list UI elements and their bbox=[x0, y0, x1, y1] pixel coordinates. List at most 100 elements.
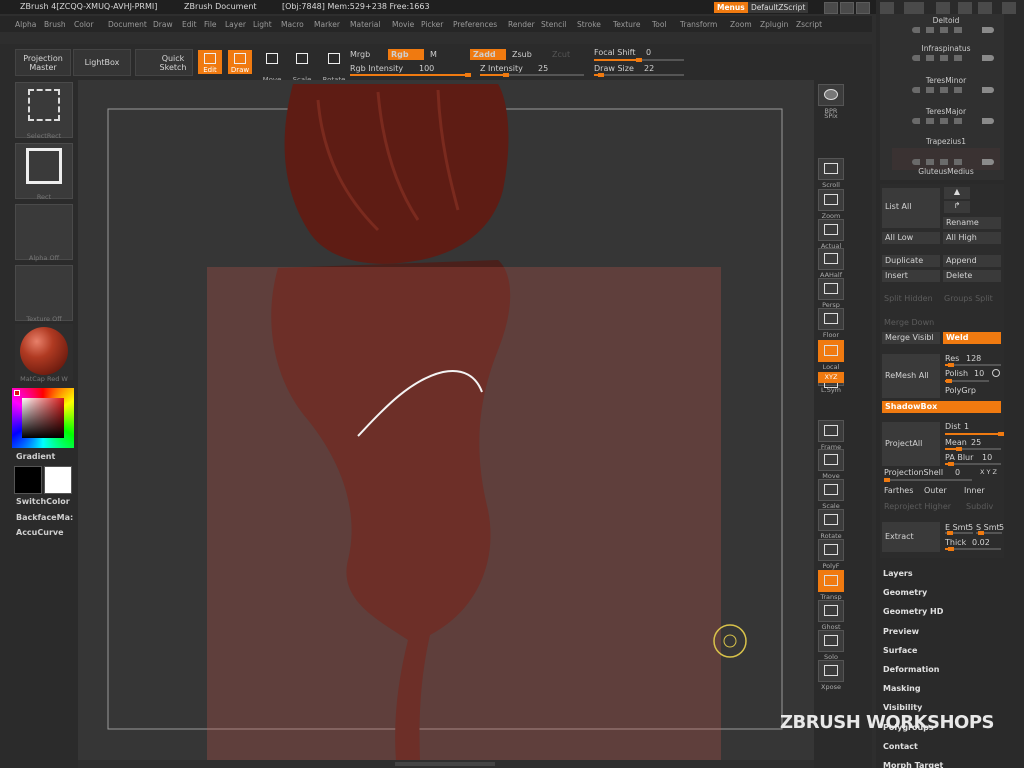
switch-color-button[interactable]: SwitchColor bbox=[16, 497, 70, 506]
spix-label[interactable]: SPix bbox=[812, 112, 850, 120]
projection-shell-slider[interactable] bbox=[884, 478, 972, 482]
dist-slider[interactable] bbox=[945, 432, 1004, 436]
mean-slider[interactable] bbox=[945, 447, 1001, 451]
alpha-thumb[interactable] bbox=[15, 204, 73, 260]
minimize-icon[interactable] bbox=[978, 2, 992, 14]
rename-button[interactable]: Rename bbox=[943, 217, 1001, 229]
remesh-all-button[interactable]: ReMesh All bbox=[882, 354, 940, 398]
menu-item-document[interactable]: Document bbox=[108, 20, 147, 29]
secondary-color-swatch[interactable] bbox=[44, 466, 72, 494]
shadowbox-toggle[interactable]: ShadowBox bbox=[882, 401, 1001, 413]
menu-item-file[interactable]: File bbox=[204, 20, 217, 29]
menu-item-stroke[interactable]: Stroke bbox=[577, 20, 601, 29]
menu-item-draw[interactable]: Draw bbox=[153, 20, 173, 29]
menu-item-tool[interactable]: Tool bbox=[652, 20, 667, 29]
draw-size-slider[interactable] bbox=[594, 73, 684, 77]
right-tray-transp-button[interactable] bbox=[818, 570, 844, 592]
select-rect-brush-thumb[interactable] bbox=[15, 82, 73, 138]
visibility-eye-icon[interactable] bbox=[912, 55, 994, 61]
z-intensity-slider[interactable] bbox=[480, 73, 584, 77]
menu-item-zplugin[interactable]: Zplugin bbox=[760, 20, 788, 29]
merge-visible-button[interactable]: Merge Visibl bbox=[882, 332, 940, 344]
menu-item-material[interactable]: Material bbox=[350, 20, 380, 29]
polygrp-toggle[interactable]: PolyGrp bbox=[945, 386, 976, 395]
default-zscript-button[interactable]: DefaultZScript bbox=[748, 2, 809, 13]
tool-move-button[interactable]: Move bbox=[260, 50, 284, 84]
duplicate-button[interactable]: Duplicate bbox=[882, 255, 940, 267]
menu-item-color[interactable]: Color bbox=[74, 20, 94, 29]
help-icon[interactable] bbox=[824, 2, 838, 14]
append-button[interactable]: Append bbox=[943, 255, 1001, 267]
thick-slider[interactable] bbox=[945, 547, 1001, 551]
section-layers[interactable]: Layers bbox=[883, 569, 913, 578]
right-tray-solo-button[interactable] bbox=[818, 630, 844, 652]
project-all-button[interactable]: ProjectAll bbox=[882, 422, 940, 466]
menu-item-picker[interactable]: Picker bbox=[421, 20, 443, 29]
right-tray-rotate-button[interactable] bbox=[818, 509, 844, 531]
subtool-teresminor[interactable]: TeresMinor bbox=[892, 76, 1000, 100]
zsub-toggle[interactable]: Zsub bbox=[512, 50, 532, 59]
section-geometry[interactable]: Geometry bbox=[883, 588, 927, 597]
subtool-teresmajor[interactable]: TeresMajor bbox=[892, 107, 1000, 131]
e-smt-slider[interactable] bbox=[945, 531, 973, 535]
menu-item-macro[interactable]: Macro bbox=[281, 20, 304, 29]
tool-rotate-button[interactable]: Rotate bbox=[322, 50, 346, 84]
texture-thumb[interactable] bbox=[15, 265, 73, 321]
right-tray-floor-button[interactable] bbox=[818, 308, 844, 330]
menu-item-texture[interactable]: Texture bbox=[613, 20, 640, 29]
menu-item-brush[interactable]: Brush bbox=[44, 20, 66, 29]
tool-scale-button[interactable]: Scale bbox=[290, 50, 314, 84]
thumbnail-icon[interactable] bbox=[904, 2, 924, 14]
menu-item-light[interactable]: Light bbox=[253, 20, 272, 29]
restore-icon[interactable] bbox=[840, 2, 854, 14]
rgb-intensity-slider[interactable] bbox=[350, 73, 471, 77]
menus-button[interactable]: Menus bbox=[714, 2, 748, 13]
extract-button[interactable]: Extract bbox=[882, 522, 940, 552]
section-surface[interactable]: Surface bbox=[883, 646, 917, 655]
canvas-scrollbar[interactable] bbox=[395, 762, 495, 766]
groups-split-button[interactable]: Groups Split bbox=[944, 294, 993, 303]
right-tray-frame-button[interactable] bbox=[818, 420, 844, 442]
section-geometry-hd[interactable]: Geometry HD bbox=[883, 607, 943, 616]
delete-button[interactable]: Delete bbox=[943, 270, 1001, 282]
right-tray-ghost-button[interactable] bbox=[818, 600, 844, 622]
right-tray-local-button[interactable] bbox=[818, 340, 844, 362]
menu-item-render[interactable]: Render bbox=[508, 20, 535, 29]
tool-icon[interactable] bbox=[936, 2, 950, 14]
menu-item-transform[interactable]: Transform bbox=[680, 20, 717, 29]
menu-item-zoom[interactable]: Zoom bbox=[730, 20, 752, 29]
projection-master-button[interactable]: Projection Master bbox=[15, 49, 71, 76]
menu-item-movie[interactable]: Movie bbox=[392, 20, 414, 29]
polish-circle-icon[interactable] bbox=[992, 369, 1000, 377]
right-tray-aahalf-button[interactable] bbox=[818, 248, 844, 270]
right-tray-bpr-button[interactable] bbox=[818, 84, 844, 106]
menu-item-layer[interactable]: Layer bbox=[225, 20, 246, 29]
xyz-axis-toggle[interactable]: X Y Z bbox=[980, 468, 997, 476]
rgb-toggle[interactable]: Rgb bbox=[388, 49, 424, 60]
farthest-toggle[interactable]: Farthes bbox=[884, 486, 913, 495]
mrgb-toggle[interactable]: Mrgb bbox=[350, 50, 370, 59]
zcut-toggle[interactable]: Zcut bbox=[552, 50, 570, 59]
section-masking[interactable]: Masking bbox=[883, 684, 921, 693]
main-color-swatch[interactable] bbox=[14, 466, 42, 494]
visibility-eye-icon[interactable] bbox=[912, 159, 994, 165]
color-picker[interactable] bbox=[12, 388, 74, 448]
reproject-higher-button[interactable]: Reproject Higher bbox=[884, 502, 951, 511]
split-hidden-button[interactable]: Split Hidden bbox=[884, 294, 933, 303]
visibility-eye-icon[interactable] bbox=[912, 27, 994, 33]
subtool-gluteusmedius[interactable]: GluteusMedius bbox=[892, 148, 1000, 176]
right-tray-move-button[interactable] bbox=[818, 449, 844, 471]
s-smt-slider[interactable] bbox=[976, 531, 1002, 535]
tool-edit-button[interactable]: Edit bbox=[198, 50, 222, 74]
subtool-deltoid[interactable]: Deltoid bbox=[892, 16, 1000, 40]
menu-item-preferences[interactable]: Preferences bbox=[453, 20, 497, 29]
menu-item-stencil[interactable]: Stencil bbox=[541, 20, 566, 29]
rect-stroke-thumb[interactable] bbox=[15, 143, 73, 199]
tool-draw-button[interactable]: Draw bbox=[228, 50, 252, 74]
window-icon[interactable] bbox=[1002, 2, 1016, 14]
m-toggle[interactable]: M bbox=[430, 50, 437, 59]
pa-blur-slider[interactable] bbox=[945, 462, 1001, 466]
menu-item-alpha[interactable]: Alpha bbox=[15, 20, 36, 29]
right-tray-zoom-button[interactable] bbox=[818, 189, 844, 211]
menu-item-edit[interactable]: Edit bbox=[182, 20, 197, 29]
